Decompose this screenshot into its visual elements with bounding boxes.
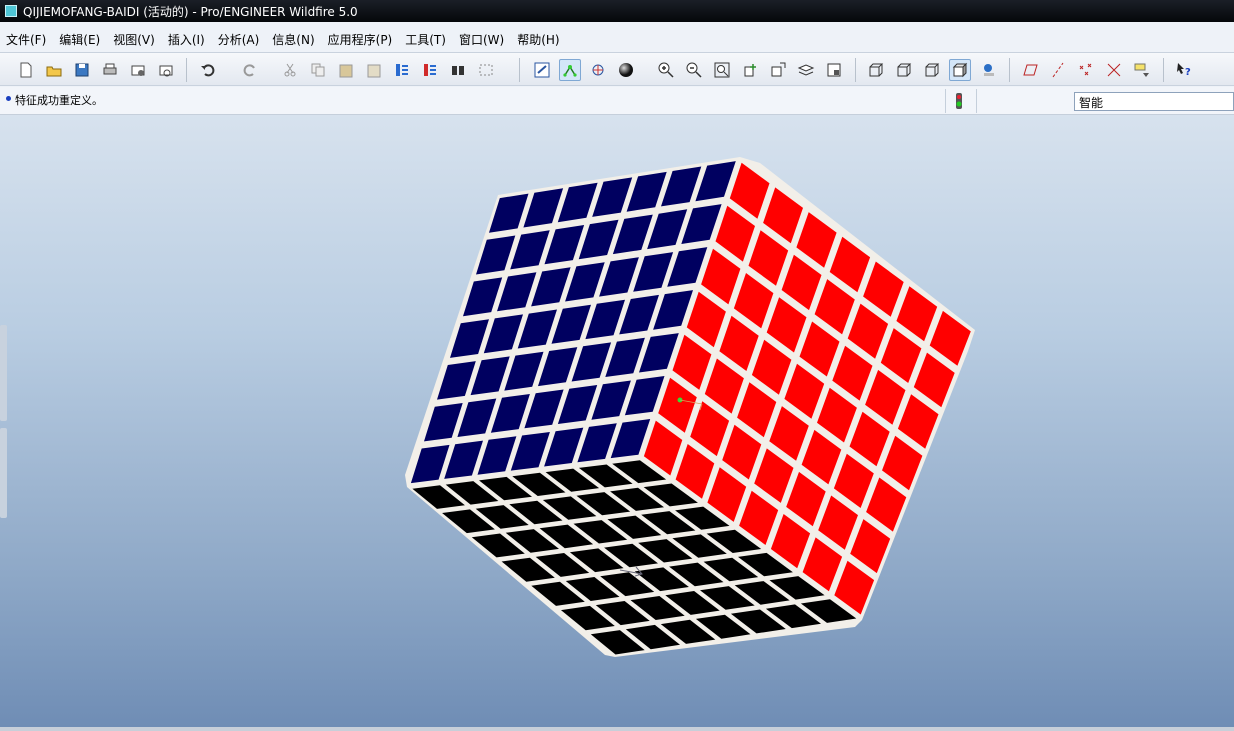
- open-folder-icon[interactable]: [43, 59, 65, 81]
- select-box-icon[interactable]: [475, 59, 497, 81]
- svg-text:?: ?: [1185, 67, 1191, 78]
- app-icon: [5, 5, 17, 17]
- mail-attach-icon[interactable]: [155, 59, 177, 81]
- window-title: QIJIEMOFANG-BAIDI (活动的) - Pro/ENGINEER W…: [23, 4, 358, 19]
- paste-special-icon[interactable]: [363, 59, 385, 81]
- bottom-strip: [0, 727, 1234, 731]
- datum-points-icon[interactable]: [1075, 59, 1097, 81]
- view-manager-icon[interactable]: [823, 59, 845, 81]
- hidden-line-icon[interactable]: [893, 59, 915, 81]
- menu-tools[interactable]: 工具(T): [399, 31, 453, 48]
- menu-window[interactable]: 窗口(W): [453, 31, 511, 48]
- paste-icon[interactable]: [335, 59, 357, 81]
- save-icon[interactable]: [71, 59, 93, 81]
- layers-icon[interactable]: [795, 59, 817, 81]
- menu-file[interactable]: 文件(F): [0, 31, 53, 48]
- regen-manager-icon[interactable]: [419, 59, 441, 81]
- menu-help[interactable]: 帮助(H): [511, 31, 566, 48]
- menu-edit[interactable]: 编辑(E): [53, 31, 107, 48]
- graphics-window[interactable]: [0, 115, 1234, 727]
- status-separator: [976, 89, 977, 113]
- regeneration-status-icon[interactable]: [953, 92, 965, 110]
- send-mail-icon[interactable]: [127, 59, 149, 81]
- coord-systems-icon[interactable]: [1103, 59, 1125, 81]
- saved-views-icon[interactable]: [767, 59, 789, 81]
- zoom-out-icon[interactable]: [683, 59, 705, 81]
- menu-view[interactable]: 视图(V): [107, 31, 162, 48]
- toolbar-separator: [186, 58, 187, 82]
- cube-model[interactable]: [0, 115, 1234, 727]
- cut-icon[interactable]: [279, 59, 301, 81]
- title-bar: QIJIEMOFANG-BAIDI (活动的) - Pro/ENGINEER W…: [0, 0, 1234, 22]
- main-toolbar: ?: [0, 52, 1234, 86]
- left-edge-handle[interactable]: [0, 428, 7, 518]
- zoom-in-icon[interactable]: [655, 59, 677, 81]
- appearance-icon[interactable]: [615, 59, 637, 81]
- print-icon[interactable]: [99, 59, 121, 81]
- selection-filter-dropdown[interactable]: 智能: [1074, 92, 1234, 111]
- left-edge-handle[interactable]: [0, 325, 7, 421]
- menu-insert[interactable]: 插入(I): [162, 31, 212, 48]
- regenerate-icon[interactable]: [391, 59, 413, 81]
- annotations-icon[interactable]: [1131, 59, 1153, 81]
- enhanced-realism-icon[interactable]: [977, 59, 999, 81]
- refit-icon[interactable]: [711, 59, 733, 81]
- reorient-icon[interactable]: [739, 59, 761, 81]
- message-area: 特征成功重定义。: [0, 87, 1234, 115]
- datum-planes-icon[interactable]: [1019, 59, 1041, 81]
- status-separator: [945, 89, 946, 113]
- toolbar-separator: [519, 58, 520, 82]
- datum-axes-icon[interactable]: [1047, 59, 1069, 81]
- status-bullet-icon: [6, 96, 11, 101]
- toolbar-separator: [1009, 58, 1010, 82]
- status-message: 特征成功重定义。: [15, 94, 103, 107]
- wireframe-icon[interactable]: [865, 59, 887, 81]
- no-hidden-icon[interactable]: [921, 59, 943, 81]
- orient-icon[interactable]: [587, 59, 609, 81]
- copy-icon[interactable]: [307, 59, 329, 81]
- undo-icon[interactable]: [197, 59, 219, 81]
- redo-icon[interactable]: [239, 59, 261, 81]
- find-icon[interactable]: [447, 59, 469, 81]
- new-file-icon[interactable]: [15, 59, 37, 81]
- menu-bar: 文件(F) 编辑(E) 视图(V) 插入(I) 分析(A) 信息(N) 应用程序…: [0, 28, 1234, 50]
- toolbar-separator: [855, 58, 856, 82]
- menu-analysis[interactable]: 分析(A): [212, 31, 267, 48]
- context-help-icon[interactable]: ?: [1173, 59, 1195, 81]
- spin-center-icon[interactable]: [559, 59, 581, 81]
- shading-icon[interactable]: [949, 59, 971, 81]
- toolbar-separator: [1163, 58, 1164, 82]
- menu-applications[interactable]: 应用程序(P): [322, 31, 400, 48]
- menu-info[interactable]: 信息(N): [266, 31, 321, 48]
- redraw-icon[interactable]: [531, 59, 553, 81]
